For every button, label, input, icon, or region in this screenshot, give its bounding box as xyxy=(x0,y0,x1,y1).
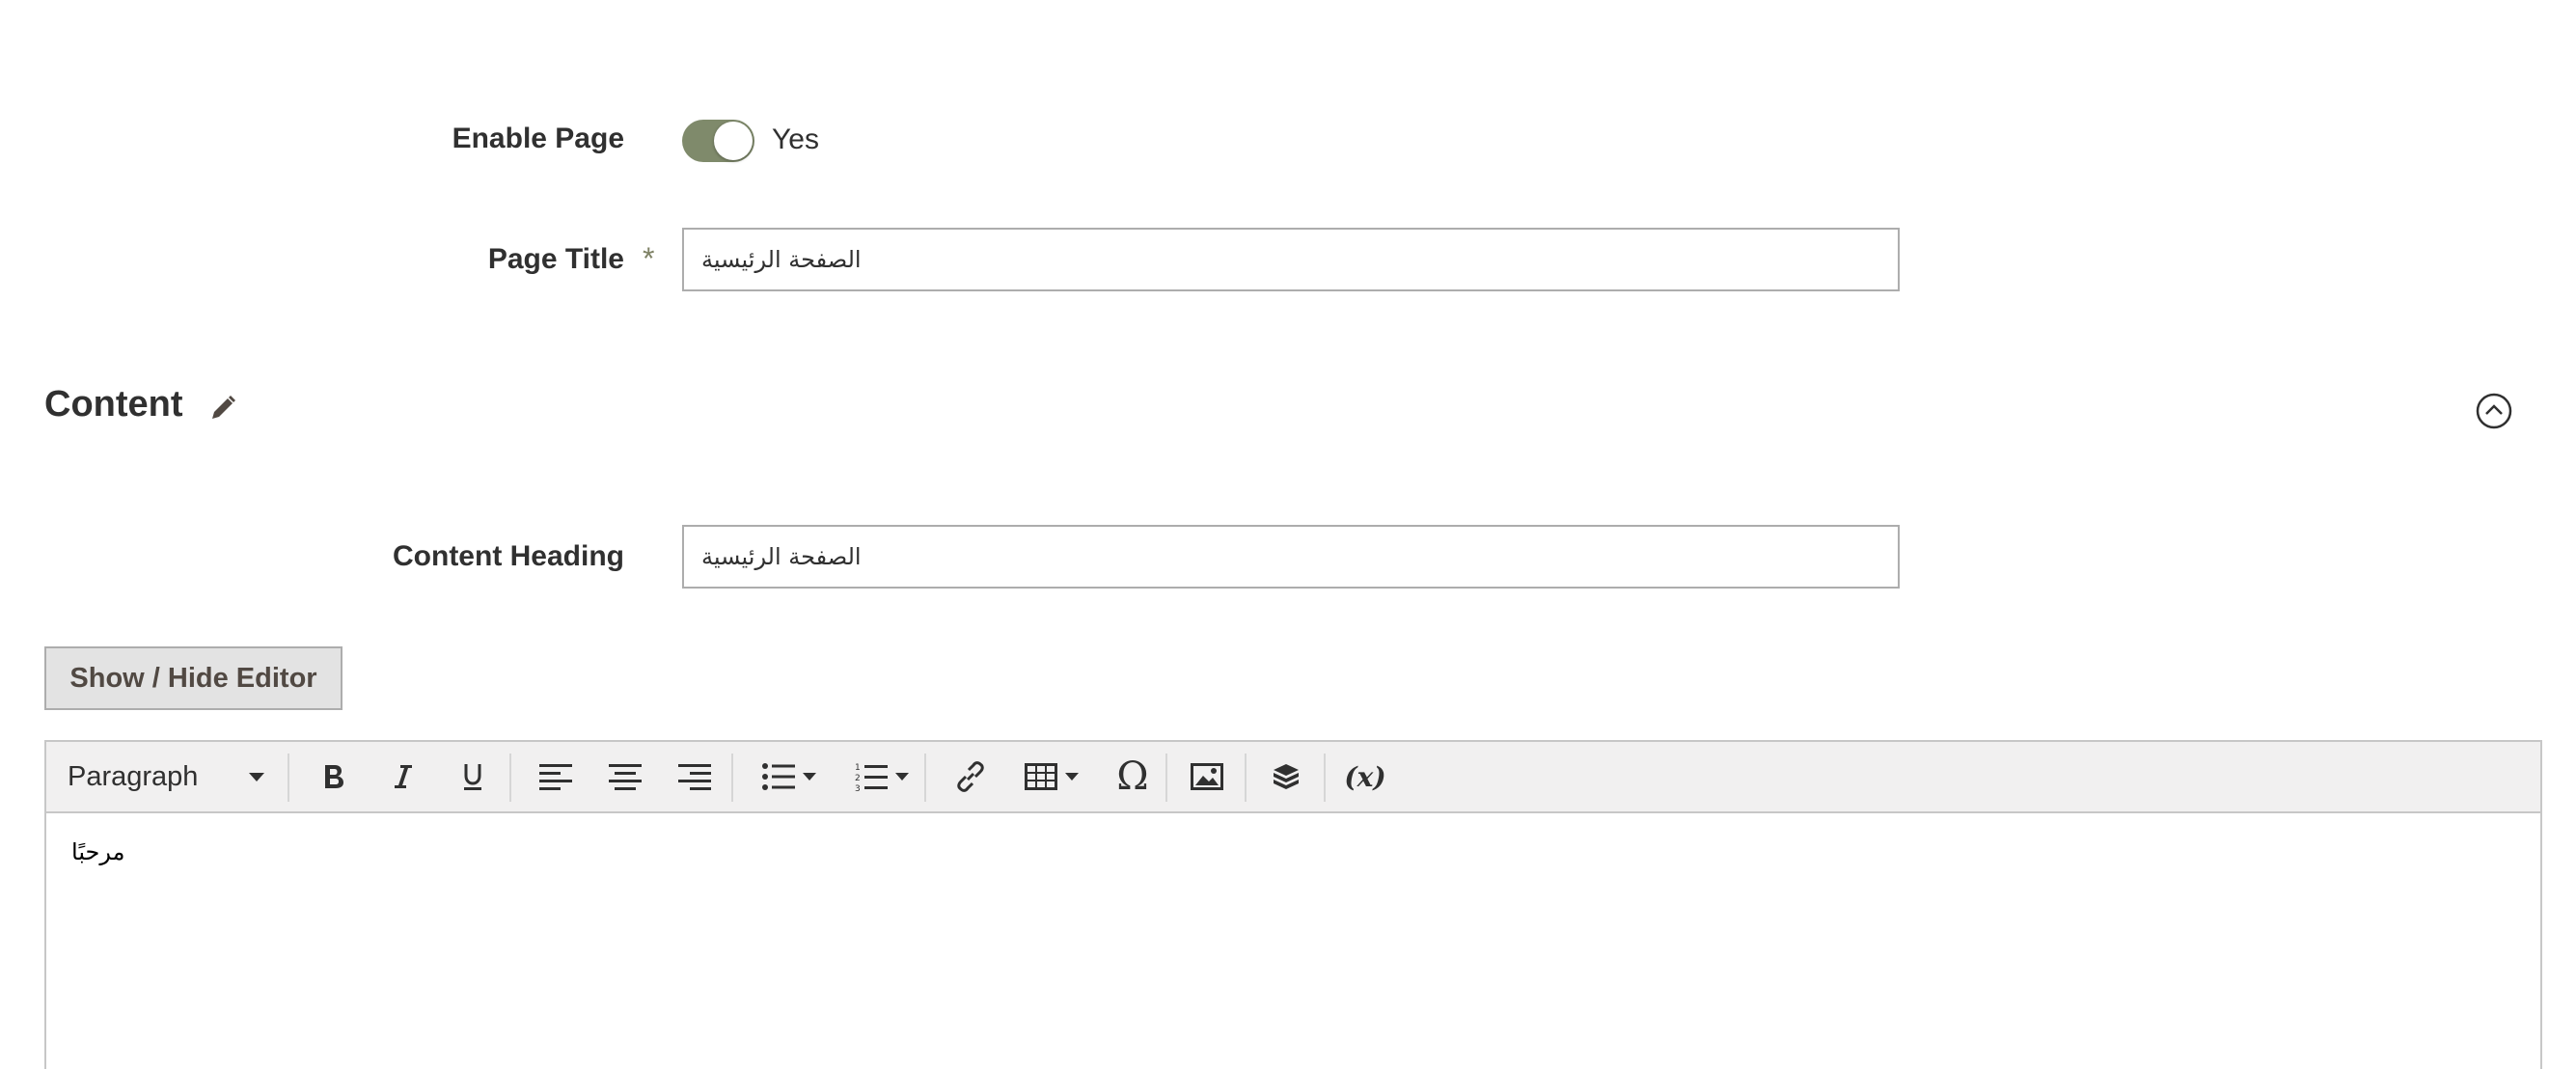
editor-paragraph: مرحبًا xyxy=(71,838,125,865)
editor-toolbar: Paragraph 1 2 3 Ω (x) xyxy=(46,742,2540,813)
content-section-title: Content xyxy=(44,384,183,425)
align-center-button[interactable] xyxy=(590,742,660,811)
toolbar-divider xyxy=(509,754,511,802)
show-hide-editor-button[interactable]: Show / Hide Editor xyxy=(44,646,343,710)
align-center-icon xyxy=(609,764,642,790)
enable-page-toggle[interactable] xyxy=(682,120,754,162)
numbered-list-button[interactable]: 1 2 3 xyxy=(836,742,928,811)
content-heading-input[interactable]: الصفحة الرئيسية xyxy=(682,525,1900,589)
enable-page-label: Enable Page xyxy=(452,123,624,154)
bulleted-list-icon xyxy=(762,763,795,790)
align-left-icon xyxy=(539,764,572,790)
page-title-label: Page Title xyxy=(487,243,624,275)
content-heading-label: Content Heading xyxy=(393,540,624,572)
chevron-down-icon xyxy=(1065,773,1079,781)
content-heading-value: الصفحة الرئيسية xyxy=(701,543,862,570)
insert-variable-button[interactable]: (x) xyxy=(1326,742,1405,811)
insert-image-icon xyxy=(1191,763,1223,790)
insert-widget-icon xyxy=(1274,764,1299,789)
toolbar-divider xyxy=(924,754,926,802)
svg-text:2: 2 xyxy=(855,774,861,783)
underline-icon xyxy=(464,764,481,790)
special-character-button[interactable]: Ω xyxy=(1098,742,1167,811)
required-star: * xyxy=(643,241,655,276)
insert-variable-icon: (x) xyxy=(1344,760,1386,793)
svg-text:1: 1 xyxy=(855,763,861,773)
italic-icon xyxy=(395,765,412,788)
italic-button[interactable] xyxy=(369,742,438,811)
underline-button[interactable] xyxy=(438,742,507,811)
insert-image-button[interactable] xyxy=(1167,742,1247,811)
enable-page-status-text: Yes xyxy=(772,123,819,155)
link-icon xyxy=(957,761,984,792)
link-button[interactable] xyxy=(936,742,1005,811)
bold-icon xyxy=(325,765,343,788)
chevron-down-icon xyxy=(895,773,909,781)
toolbar-divider xyxy=(288,754,289,802)
table-icon xyxy=(1025,763,1057,790)
align-left-button[interactable] xyxy=(521,742,590,811)
pencil-icon xyxy=(212,396,235,419)
bold-button[interactable] xyxy=(299,742,369,811)
format-select[interactable]: Paragraph xyxy=(46,742,288,811)
page-title-input[interactable]: الصفحة الرئيسية xyxy=(682,228,1900,291)
wysiwyg-editor: Paragraph 1 2 3 Ω (x) مرحبًا xyxy=(44,740,2542,1069)
align-right-icon xyxy=(678,764,711,790)
special-character-icon: Ω xyxy=(1116,754,1149,799)
numbered-list-icon: 1 2 3 xyxy=(855,763,888,792)
page-title-value: الصفحة الرئيسية xyxy=(701,246,862,273)
chevron-down-icon xyxy=(803,773,816,781)
align-right-button[interactable] xyxy=(660,742,729,811)
editor-content-area[interactable]: مرحبًا xyxy=(46,813,2540,1069)
toolbar-divider xyxy=(731,754,733,802)
toggle-knob xyxy=(714,122,753,160)
collapse-chevron-icon[interactable] xyxy=(2476,393,2512,429)
svg-text:3: 3 xyxy=(855,784,861,792)
chevron-down-icon xyxy=(249,773,264,781)
insert-widget-button[interactable] xyxy=(1247,742,1326,811)
table-button[interactable] xyxy=(1005,742,1098,811)
format-select-value: Paragraph xyxy=(68,760,199,792)
bulleted-list-button[interactable] xyxy=(743,742,836,811)
